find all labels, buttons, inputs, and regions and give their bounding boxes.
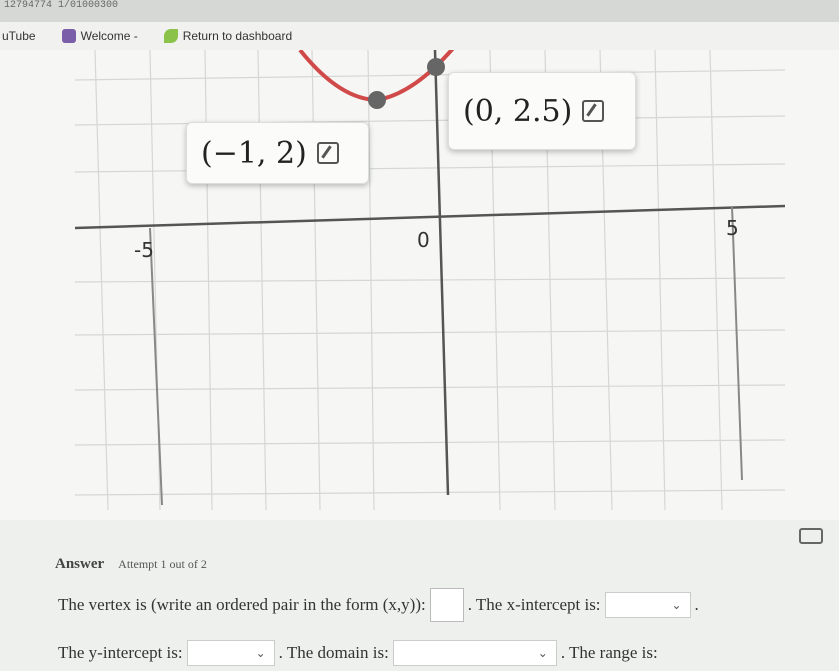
domain-dropdown[interactable]: ⌄	[392, 640, 557, 666]
bookmark-label: uTube	[2, 29, 36, 43]
vertex-prompt: The vertex is (write an ordered pair in …	[58, 595, 426, 614]
x-intercept-prompt: . The x-intercept is:	[467, 595, 601, 614]
point-label-text: (−1, 2)	[201, 135, 307, 171]
vertex-input[interactable]	[429, 588, 464, 622]
tick-label-zero: 0	[417, 228, 430, 252]
chevron-down-icon: ⌄	[671, 597, 682, 612]
label-point-0-2.5[interactable]: (0, 2.5)	[448, 72, 636, 150]
y-intercept-dropdown[interactable]: ⌄	[186, 640, 275, 666]
bookmark-label: Return to dashboard	[182, 29, 293, 43]
tick-label-neg5: -5	[134, 238, 154, 262]
point-label-text: (0, 2.5)	[463, 93, 573, 129]
answer-line-2: The y-intercept is: ⌄ . The domain is: ⌄…	[58, 640, 658, 666]
graph-canvas[interactable]: (−1, 2) (0, 2.5) -5 0 5	[0, 50, 839, 520]
chevron-down-icon: ⌄	[537, 645, 548, 660]
bookmark-label: Welcome -	[80, 29, 138, 43]
line1-end: .	[694, 595, 699, 614]
x-axis	[74, 204, 786, 230]
chevron-down-icon: ⌄	[255, 645, 266, 660]
label-point-neg1-2[interactable]: (−1, 2)	[186, 122, 369, 184]
answer-header: Answer Attempt 1 out of 2	[55, 556, 207, 573]
bookmark-youtube[interactable]: uTube	[2, 29, 36, 43]
answer-line-1: The vertex is (write an ordered pair in …	[58, 588, 699, 622]
bookmark-welcome[interactable]: Welcome -	[61, 29, 138, 43]
point-vertex[interactable]	[368, 91, 386, 109]
point-y-intercept[interactable]	[427, 58, 445, 76]
bookmark-return-dashboard[interactable]: Return to dashboard	[163, 29, 293, 43]
answer-heading: Answer	[55, 556, 105, 572]
graph-svg	[74, 50, 786, 511]
gridline-minus5	[149, 227, 163, 506]
bookmarks-bar: uTube Welcome - Return to dashboard	[0, 22, 839, 50]
book-icon	[61, 29, 76, 43]
gridline-plus5	[731, 205, 743, 481]
domain-prompt: . The domain is:	[278, 643, 389, 662]
edit-icon[interactable]	[316, 142, 339, 164]
keyboard-icon[interactable]	[799, 528, 823, 544]
edit-icon[interactable]	[582, 100, 605, 122]
range-prompt: . The range is:	[560, 643, 658, 662]
leaf-icon	[163, 29, 178, 43]
tick-label-pos5: 5	[726, 216, 739, 240]
x-intercept-dropdown[interactable]: ⌄	[604, 592, 691, 618]
grid	[74, 50, 786, 511]
y-intercept-prompt: The y-intercept is:	[58, 643, 183, 662]
attempt-counter: Attempt 1 out of 2	[118, 557, 207, 571]
y-axis	[433, 50, 450, 496]
top-strip-text: 12794774 1/01000300	[4, 0, 119, 11]
browser-top-strip: 12794774 1/01000300	[0, 0, 839, 22]
